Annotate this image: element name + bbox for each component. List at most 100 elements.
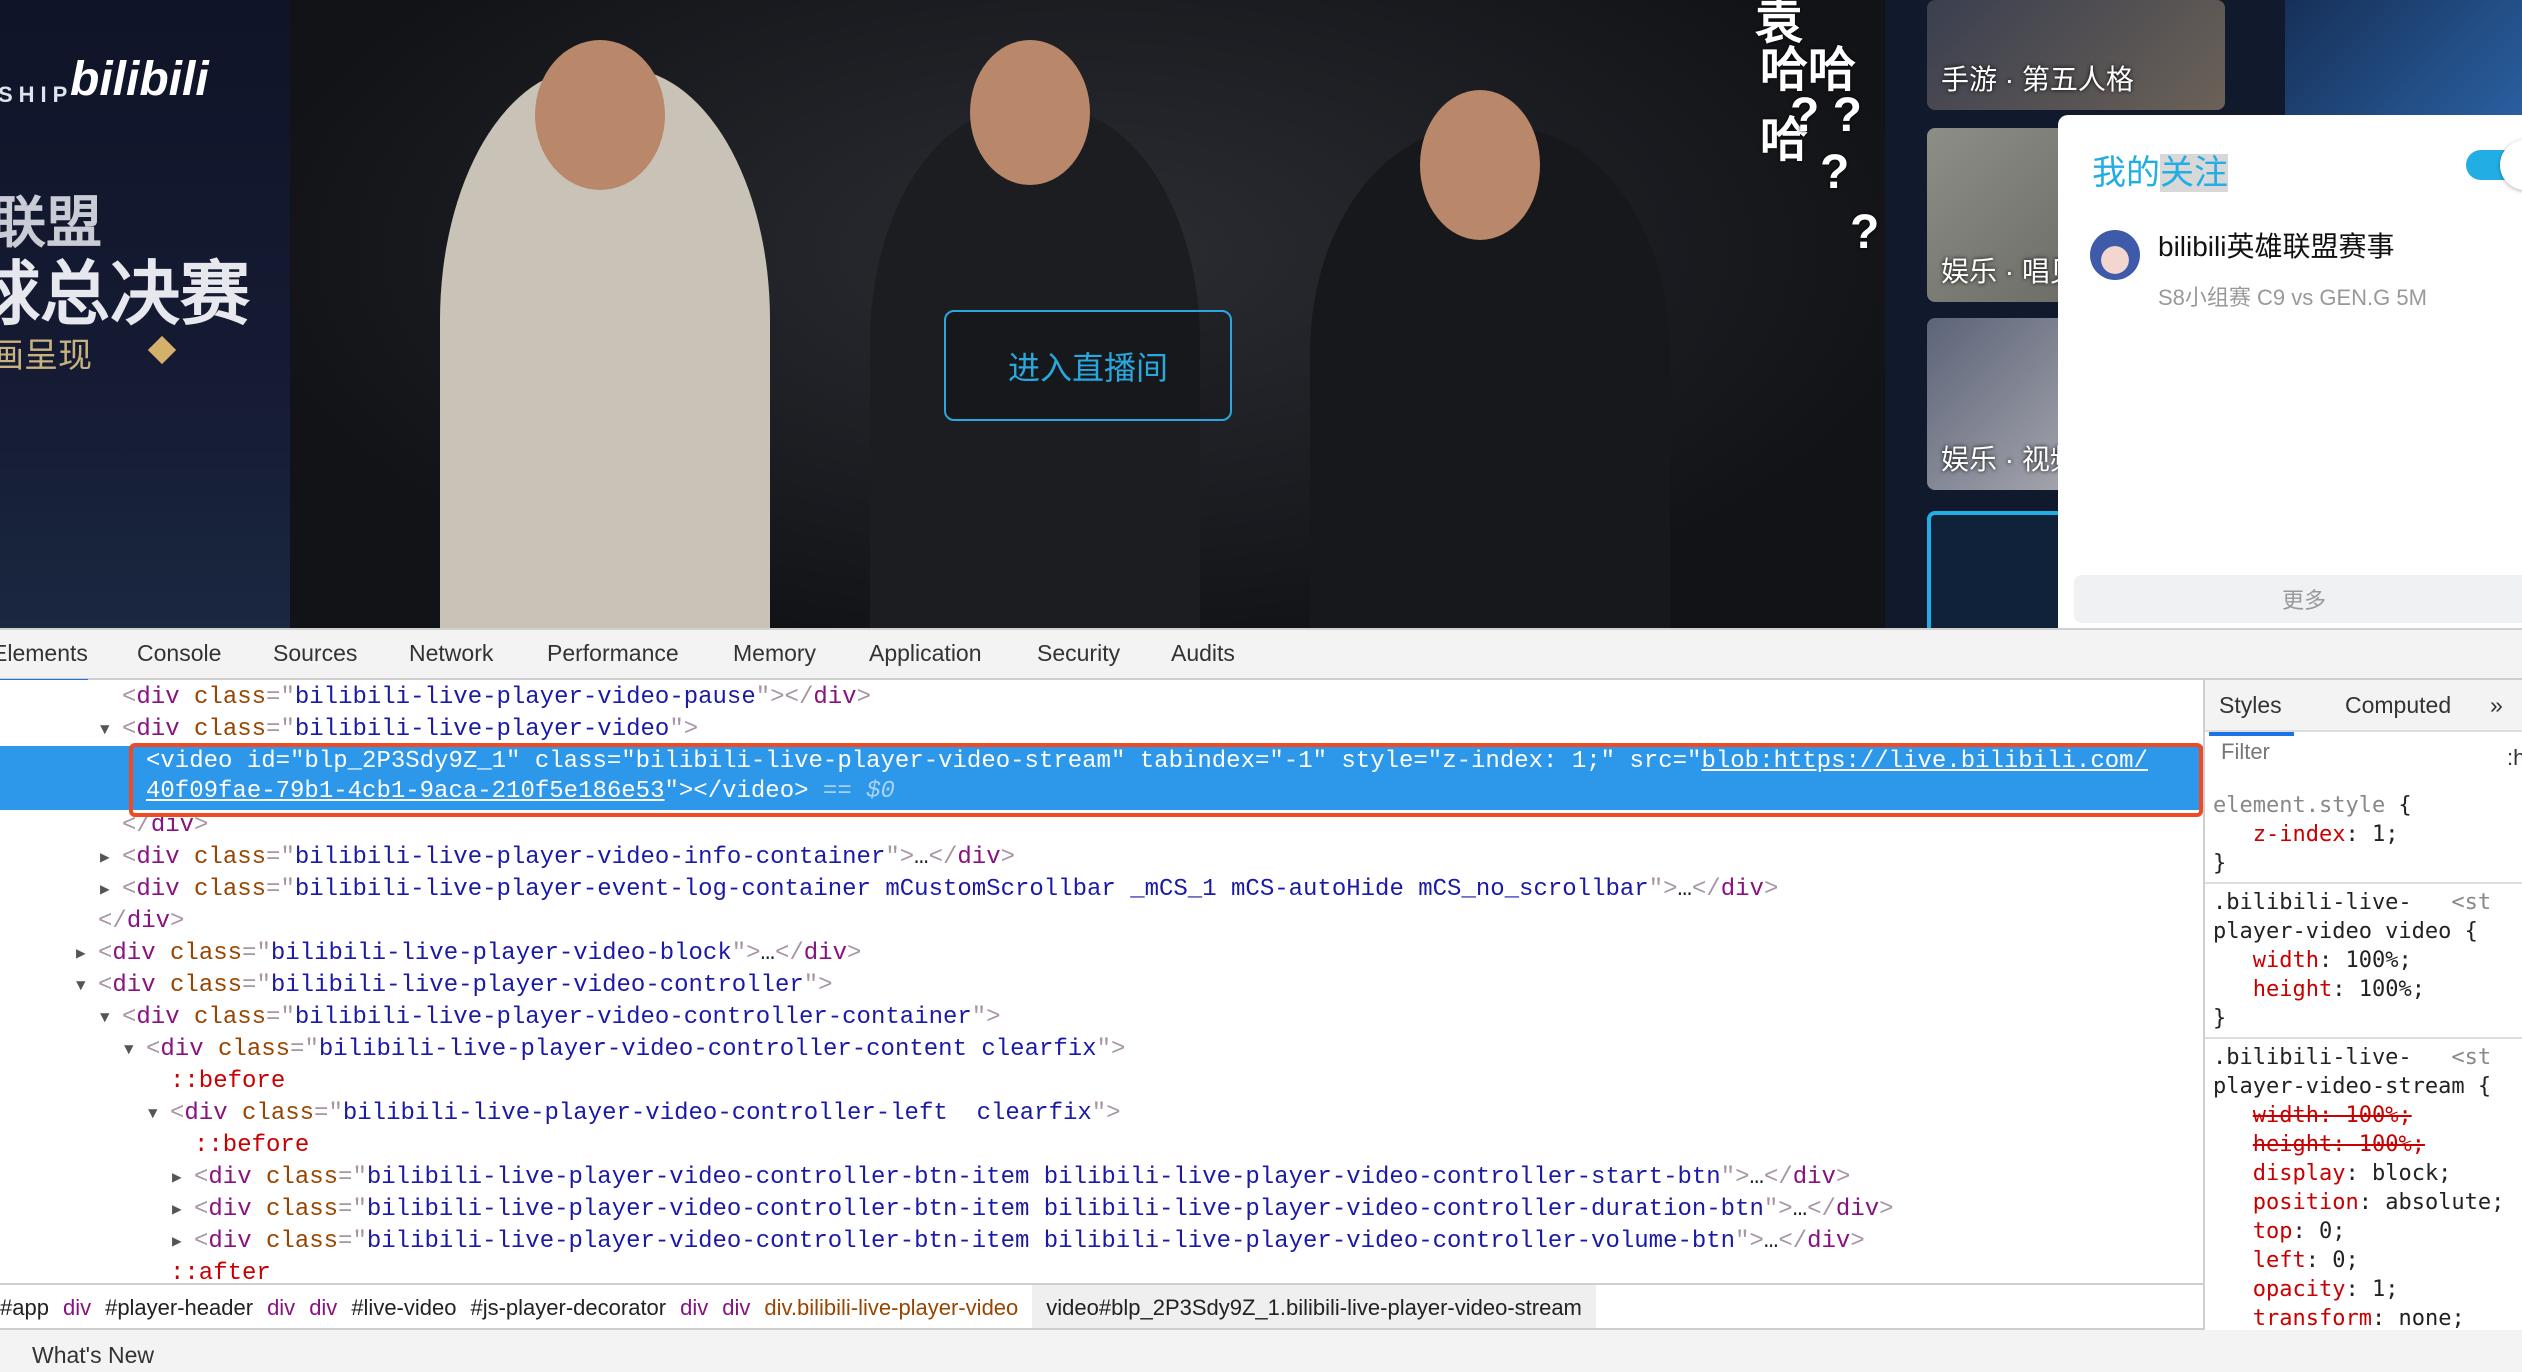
expand-arrow-icon[interactable]: ▶ xyxy=(100,874,110,906)
token-pc: "> xyxy=(803,972,833,999)
hover-state-toggle[interactable]: :h xyxy=(2507,745,2522,771)
expand-arrow-icon[interactable]: ▶ xyxy=(172,1226,182,1258)
token-pc: "> xyxy=(885,844,915,871)
collapse-arrow-icon[interactable]: ▼ xyxy=(124,1034,134,1066)
token-pc: </ xyxy=(1691,876,1721,903)
token-pc: =" xyxy=(242,972,271,999)
breadcrumb-item[interactable]: #js-player-decorator xyxy=(470,1285,680,1328)
dom-node[interactable]: ▶ <div class="bilibili-live-player-video-… xyxy=(0,1226,2203,1258)
dom-node[interactable]: <div class="bilibili-live-player-video-p… xyxy=(0,682,2203,714)
breadcrumb-item[interactable]: div xyxy=(267,1285,309,1328)
breadcrumb-item[interactable]: #app xyxy=(0,1285,63,1328)
dom-node[interactable]: ::before xyxy=(0,1130,2203,1162)
tab-computed[interactable]: Computed xyxy=(2345,692,2451,719)
token-pc: =" xyxy=(338,1196,367,1223)
token-pc: < xyxy=(122,844,137,871)
breadcrumb-item[interactable]: div xyxy=(309,1285,351,1328)
streamer-name[interactable]: bilibili英雄联盟赛事 xyxy=(2158,225,2394,265)
token-tx: … xyxy=(1792,1196,1808,1223)
avatar[interactable] xyxy=(2090,230,2140,280)
my-follow-popup: 我的关注 bilibili英雄联盟赛事 S8小组赛 C9 vs GEN.G 5M… xyxy=(2058,115,2522,628)
dom-node[interactable]: ▼ <div class="bilibili-live-player-video"… xyxy=(0,714,2203,746)
collapse-arrow-icon[interactable]: ▼ xyxy=(100,714,110,746)
token-pc: "> xyxy=(1720,1164,1750,1191)
dom-node[interactable]: ▼ <div class="bilibili-live-player-video-… xyxy=(0,1034,2203,1066)
drawer-tab-whats-new[interactable]: What's New xyxy=(0,1330,2522,1372)
token-av: bilibili-live-player-video-controller-bt… xyxy=(366,1164,1721,1191)
breadcrumb-item[interactable]: div.bilibili-live-player-video xyxy=(764,1285,1032,1328)
token-tx: … xyxy=(760,940,775,967)
dom-node[interactable]: </div> xyxy=(0,906,2203,938)
expand-arrow-icon[interactable]: ▶ xyxy=(172,1162,182,1194)
expand-arrow-icon[interactable]: ▶ xyxy=(76,938,86,970)
dom-node[interactable]: ▼ <div class="bilibili-live-player-video-… xyxy=(0,1002,2203,1034)
enter-live-room-button[interactable]: 进入直播间 xyxy=(944,310,1232,421)
expand-arrow-icon[interactable]: ▶ xyxy=(172,1194,182,1226)
dom-node[interactable]: ▶ <div class="bilibili-live-player-video-… xyxy=(0,938,2203,970)
token-tg: div xyxy=(1792,1164,1836,1191)
tab-audits[interactable]: Audits xyxy=(1171,640,1235,667)
tab-application[interactable]: Application xyxy=(869,640,982,667)
token-pc: > xyxy=(856,684,871,711)
more-button[interactable]: 更多 xyxy=(2074,575,2522,623)
token-pc: < xyxy=(122,1004,137,1031)
token-ps: ::after xyxy=(170,1260,271,1283)
tab-console[interactable]: Console xyxy=(137,640,221,667)
style-rule-video[interactable]: .bilibili-live- <st player-video video {… xyxy=(2205,884,2522,1039)
token-pc: </ xyxy=(1778,1228,1808,1255)
dom-node[interactable]: ▼ <div class="bilibili-live-player-video-… xyxy=(0,970,2203,1002)
token-pc: </ xyxy=(98,908,127,935)
tab-security[interactable]: Security xyxy=(1037,640,1120,667)
live-video-player[interactable]: 进入直播间 袁 哈哈哈 ? ? ? ? xyxy=(290,0,1885,628)
live-card[interactable]: 手游 · 第五人格 xyxy=(1927,0,2225,110)
tab-memory[interactable]: Memory xyxy=(733,640,816,667)
token-pc: "> xyxy=(1735,1228,1764,1255)
live-card[interactable] xyxy=(2285,0,2522,115)
token-pc: < xyxy=(122,716,137,743)
tab-sources[interactable]: Sources xyxy=(273,640,357,667)
tab-elements[interactable]: Elements xyxy=(0,640,88,683)
banner-ship-text: SHIP xyxy=(0,82,74,107)
token-pc: =" xyxy=(338,1228,367,1255)
elements-dom-tree[interactable]: <div class="bilibili-live-player-video-p… xyxy=(0,680,2203,1283)
expand-arrow-icon[interactable]: ▶ xyxy=(100,842,110,874)
tab-network[interactable]: Network xyxy=(409,640,493,667)
dom-node[interactable]: ▶ <div class="bilibili-live-player-event-… xyxy=(0,874,2203,906)
collapse-arrow-icon[interactable]: ▼ xyxy=(100,1002,110,1034)
token-pc: < xyxy=(146,1036,161,1063)
styles-filter-input[interactable]: Filter xyxy=(2213,737,2483,769)
style-rule-stream[interactable]: .bilibili-live- <st player-video-stream … xyxy=(2205,1039,2522,1330)
collapse-arrow-icon[interactable]: ▼ xyxy=(76,970,86,1002)
dom-node[interactable]: ▶ <div class="bilibili-live-player-video-… xyxy=(0,1162,2203,1194)
token-pc: </ xyxy=(1763,1164,1793,1191)
token-tg: div xyxy=(957,844,1001,871)
event-banner: SHIP bilibili 联盟 球总决赛 画呈现 xyxy=(0,0,290,628)
token-tx: … xyxy=(914,844,929,871)
dom-node[interactable]: ▶ <div class="bilibili-live-player-video-… xyxy=(0,842,2203,874)
token-at: class xyxy=(179,876,267,903)
breadcrumb-item[interactable]: #live-video xyxy=(351,1285,470,1328)
style-rule-element[interactable]: element.style { z-index: 1; } xyxy=(2205,787,2522,884)
dom-node[interactable]: ::before xyxy=(0,1066,2203,1098)
dom-node[interactable]: ▶ <div class="bilibili-live-player-video-… xyxy=(0,1194,2203,1226)
more-tabs-icon[interactable]: » xyxy=(2490,692,2503,719)
dom-node[interactable]: ::after xyxy=(0,1258,2203,1283)
video-person-head xyxy=(1420,90,1540,240)
token-at: class xyxy=(251,1164,339,1191)
tab-performance[interactable]: Performance xyxy=(547,640,679,667)
token-tg: div xyxy=(184,1100,228,1127)
breadcrumb-item[interactable]: video#blp_2P3Sdy9Z_1.bilibili-live-playe… xyxy=(1032,1285,1596,1328)
token-at: class xyxy=(203,1036,291,1063)
popup-title-b: 关注 xyxy=(2160,154,2228,192)
breadcrumb-item[interactable]: div xyxy=(722,1285,764,1328)
breadcrumb-item[interactable]: div xyxy=(63,1285,105,1328)
collapse-arrow-icon[interactable]: ▼ xyxy=(148,1098,158,1130)
devtools-tab-bar: Elements Console Sources Network Perform… xyxy=(0,628,2522,683)
follow-toggle[interactable] xyxy=(2466,140,2522,190)
tab-styles[interactable]: Styles xyxy=(2209,692,2294,736)
token-tg: div xyxy=(136,844,180,871)
token-pc: < xyxy=(122,684,137,711)
breadcrumb-item[interactable]: div xyxy=(680,1285,722,1328)
dom-node[interactable]: ▼ <div class="bilibili-live-player-video-… xyxy=(0,1098,2203,1130)
breadcrumb-item[interactable]: #player-header xyxy=(105,1285,267,1328)
